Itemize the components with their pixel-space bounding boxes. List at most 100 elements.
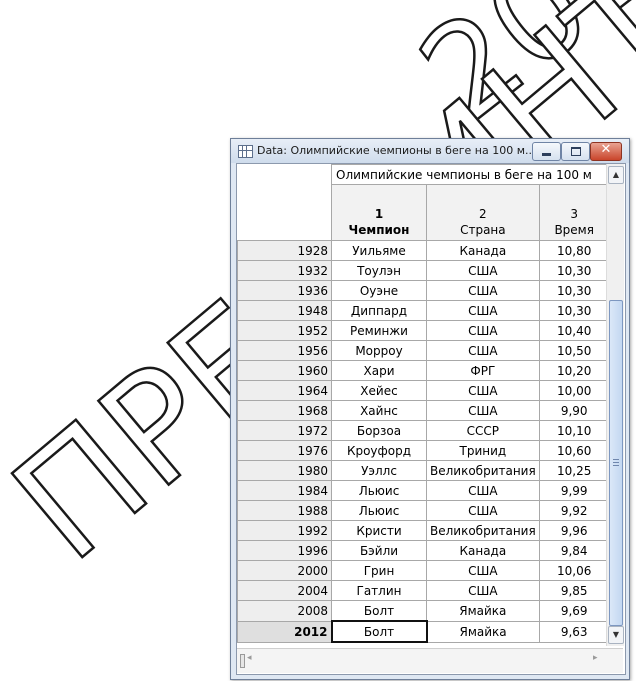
cell-time[interactable]: 9,63	[538, 620, 610, 643]
cell-country[interactable]: США	[426, 580, 540, 601]
cell-country[interactable]: Великобритания	[426, 520, 540, 541]
row-header-year[interactable]: 1948	[237, 300, 332, 321]
cell-champion[interactable]: Хейес	[331, 380, 427, 401]
scroll-down-button[interactable]: ▼	[608, 626, 624, 644]
row-header-year[interactable]: 1984	[237, 480, 332, 501]
table-row[interactable]: 1992 Кристи Великобритания 9,96	[237, 520, 610, 541]
cell-time[interactable]: 9,99	[538, 480, 610, 501]
cell-country[interactable]: Ямайка	[426, 620, 540, 643]
cell-country[interactable]: СССР	[426, 420, 540, 441]
table-row[interactable]: 1972 Борзоа СССР 10,10	[237, 420, 610, 441]
cell-champion[interactable]: Болт	[331, 600, 427, 622]
cell-champion[interactable]: Хайнс	[331, 400, 427, 421]
cell-country[interactable]: Ямайка	[426, 600, 540, 622]
cell-country[interactable]: США	[426, 260, 540, 281]
cell-country[interactable]: Тринид	[426, 440, 540, 461]
table-row[interactable]: 1956 Морроу США 10,50	[237, 340, 610, 361]
table-row[interactable]: 2000 Грин США 10,06	[237, 560, 610, 581]
table-row[interactable]: 2012 Болт Ямайка 9,63	[237, 620, 610, 643]
cell-time[interactable]: 10,50	[538, 340, 610, 361]
cell-time[interactable]: 9,90	[538, 400, 610, 421]
column-header-champion[interactable]: 1 Чемпион	[331, 184, 427, 241]
cell-champion[interactable]: Кроуфорд	[331, 440, 427, 461]
row-header-year[interactable]: 1980	[237, 460, 332, 481]
row-header-year[interactable]: 1956	[237, 340, 332, 361]
table-row[interactable]: 1948 Диппард США 10,30	[237, 300, 610, 321]
cell-time[interactable]: 10,00	[538, 380, 610, 401]
horizontal-scroll-thumb[interactable]	[240, 654, 245, 668]
cell-time[interactable]: 9,92	[538, 500, 610, 521]
row-header-year[interactable]: 1964	[237, 380, 332, 401]
cell-champion[interactable]: Тоулэн	[331, 260, 427, 281]
table-row[interactable]: 1976 Кроуфорд Тринид 10,60	[237, 440, 610, 461]
cell-champion[interactable]: Диппард	[331, 300, 427, 321]
header-corner[interactable]	[237, 164, 332, 241]
cell-time[interactable]: 10,06	[538, 560, 610, 581]
cell-country[interactable]: Великобритания	[426, 460, 540, 481]
cell-champion[interactable]: Гатлин	[331, 580, 427, 601]
row-header-year[interactable]: 2012	[237, 620, 332, 643]
cell-country[interactable]: Канада	[426, 240, 540, 261]
arrow-left-icon[interactable]: ◂	[247, 653, 252, 663]
vertical-scroll-thumb[interactable]	[609, 300, 623, 626]
cell-champion[interactable]: Льюис	[331, 480, 427, 501]
row-header-year[interactable]: 1928	[237, 240, 332, 261]
cell-champion[interactable]: Морроу	[331, 340, 427, 361]
row-header-year[interactable]: 1988	[237, 500, 332, 521]
cell-country[interactable]: ФРГ	[426, 360, 540, 381]
title-bar[interactable]: Data: Олимпийские чемпионы в беге на 100…	[231, 139, 629, 163]
cell-champion[interactable]: Бэйли	[331, 540, 427, 561]
cell-country[interactable]: США	[426, 320, 540, 341]
row-header-year[interactable]: 1996	[237, 540, 332, 561]
cell-time[interactable]: 10,60	[538, 440, 610, 461]
table-row[interactable]: 1936 Оуэне США 10,30	[237, 280, 610, 301]
table-row[interactable]: 1980 Уэллс Великобритания 10,25	[237, 460, 610, 481]
cell-time[interactable]: 9,69	[538, 600, 610, 622]
cell-time[interactable]: 10,10	[538, 420, 610, 441]
table-row[interactable]: 1928 Уильяме Канада 10,80	[237, 240, 610, 261]
table-row[interactable]: 1952 Реминжи США 10,40	[237, 320, 610, 341]
cell-country[interactable]: США	[426, 280, 540, 301]
row-header-year[interactable]: 1968	[237, 400, 332, 421]
table-row[interactable]: 1996 Бэйли Канада 9,84	[237, 540, 610, 561]
cell-time[interactable]: 10,40	[538, 320, 610, 341]
table-row[interactable]: 1964 Хейес США 10,00	[237, 380, 610, 401]
minimize-button[interactable]	[532, 142, 561, 161]
table-row[interactable]: 1984 Льюис США 9,99	[237, 480, 610, 501]
cell-time[interactable]: 10,80	[538, 240, 610, 261]
row-header-year[interactable]: 2004	[237, 580, 332, 601]
cell-country[interactable]: США	[426, 400, 540, 421]
row-header-year[interactable]: 2000	[237, 560, 332, 581]
row-header-year[interactable]: 1952	[237, 320, 332, 341]
arrow-right-icon[interactable]: ▸	[593, 653, 598, 663]
cell-time[interactable]: 10,30	[538, 300, 610, 321]
row-header-year[interactable]: 1972	[237, 420, 332, 441]
cell-champion[interactable]: Хари	[331, 360, 427, 381]
cell-country[interactable]: США	[426, 480, 540, 501]
cell-champion[interactable]: Уильяме	[331, 240, 427, 261]
table-row[interactable]: 1968 Хайнс США 9,90	[237, 400, 610, 421]
table-row[interactable]: 1932 Тоулэн США 10,30	[237, 260, 610, 281]
cell-country[interactable]: США	[426, 340, 540, 361]
scroll-up-button[interactable]: ▲	[608, 166, 624, 184]
cell-country[interactable]: США	[426, 380, 540, 401]
cell-time[interactable]: 9,96	[538, 520, 610, 541]
cell-country[interactable]: США	[426, 560, 540, 581]
cell-time[interactable]: 10,20	[538, 360, 610, 381]
row-header-year[interactable]: 1992	[237, 520, 332, 541]
table-row[interactable]: 2008 Болт Ямайка 9,69	[237, 600, 610, 622]
cell-time[interactable]: 9,84	[538, 540, 610, 561]
cell-champion[interactable]: Грин	[331, 560, 427, 581]
cell-champion[interactable]: Льюис	[331, 500, 427, 521]
horizontal-scrollbar[interactable]: ◂ ▸	[237, 648, 623, 673]
row-header-year[interactable]: 2008	[237, 600, 332, 622]
cell-time[interactable]: 10,30	[538, 260, 610, 281]
cell-champion[interactable]: Реминжи	[331, 320, 427, 341]
cell-champion[interactable]: Оуэне	[331, 280, 427, 301]
cell-champion[interactable]: Борзоа	[331, 420, 427, 441]
group-header[interactable]: Олимпийские чемпионы в беге на 100 м	[331, 164, 610, 185]
row-header-year[interactable]: 1932	[237, 260, 332, 281]
cell-time[interactable]: 10,25	[538, 460, 610, 481]
cell-country[interactable]: США	[426, 500, 540, 521]
table-row[interactable]: 1960 Хари ФРГ 10,20	[237, 360, 610, 381]
